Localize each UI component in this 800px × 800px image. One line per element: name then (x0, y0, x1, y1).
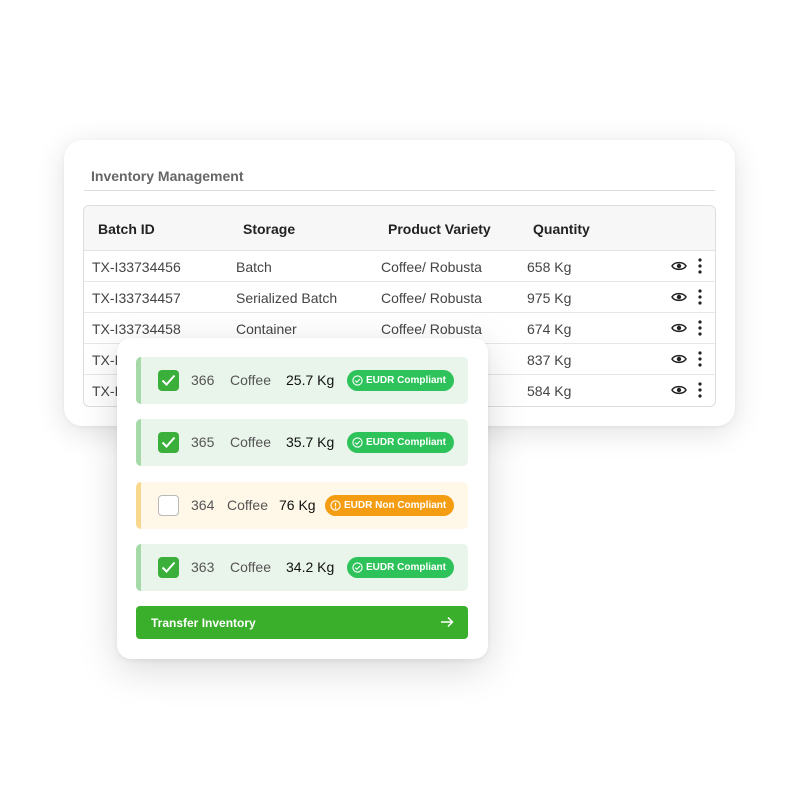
column-header-storage[interactable]: Storage (243, 221, 295, 237)
cell-storage: Batch (236, 259, 272, 275)
badge-label: EUDR Non Compliant (344, 500, 447, 511)
item-checkbox[interactable] (158, 495, 179, 516)
eye-icon[interactable] (671, 291, 687, 303)
item-weight: 34.2 Kg (286, 559, 335, 575)
item-product: Coffee (230, 372, 271, 388)
check-icon (161, 561, 176, 573)
batch-item-365[interactable]: 365 Coffee 35.7 Kg EUDR Compliant (136, 419, 468, 466)
item-weight: 35.7 Kg (286, 434, 335, 450)
item-id: 365 (191, 434, 215, 450)
cell-quantity: 837 Kg (527, 352, 572, 368)
eye-icon[interactable] (671, 353, 687, 365)
arrow-right-icon (441, 616, 454, 628)
eye-icon[interactable] (671, 322, 687, 334)
table-header: Batch ID Storage Product Variety Quantit… (84, 206, 715, 251)
compliance-badge: EUDR Compliant (347, 557, 454, 578)
batch-item-363[interactable]: 363 Coffee 34.2 Kg EUDR Compliant (136, 544, 468, 591)
check-icon (161, 436, 176, 448)
table-row[interactable]: TX-I33734456 Batch Coffee/ Robusta 658 K… (84, 251, 715, 282)
cell-batch-id: TX-I33734456 (92, 259, 181, 275)
item-product: Coffee (230, 559, 271, 575)
item-product: Coffee (227, 497, 268, 513)
item-weight: 25.7 Kg (286, 372, 335, 388)
eye-icon[interactable] (671, 384, 687, 396)
item-checkbox[interactable] (158, 370, 179, 391)
cell-batch-id: TX-I33734458 (92, 321, 181, 337)
item-checkbox[interactable] (158, 557, 179, 578)
item-checkbox[interactable] (158, 432, 179, 453)
item-id: 366 (191, 372, 215, 388)
check-icon (161, 374, 176, 386)
badge-label: EUDR Compliant (366, 437, 446, 448)
batch-item-364[interactable]: 364 Coffee 76 Kg EUDR Non Compliant (136, 482, 468, 529)
column-header-product-variety[interactable]: Product Variety (388, 221, 491, 237)
cell-product-variety: Coffee/ Robusta (381, 259, 482, 275)
inventory-title: Inventory Management (91, 168, 244, 184)
cell-quantity: 584 Kg (527, 383, 572, 399)
item-weight: 76 Kg (279, 497, 316, 513)
cell-product-variety: Coffee/ Robusta (381, 321, 482, 337)
transfer-inventory-button[interactable]: Transfer Inventory (136, 606, 468, 639)
check-circle-icon (352, 375, 363, 386)
more-vertical-icon[interactable] (694, 319, 706, 337)
cell-storage: Serialized Batch (236, 290, 338, 306)
info-circle-icon (330, 500, 341, 511)
cell-storage: Container (236, 321, 297, 337)
transfer-selection-card: 366 Coffee 25.7 Kg EUDR Compliant 365 Co… (117, 338, 488, 659)
item-id: 363 (191, 559, 215, 575)
column-header-quantity[interactable]: Quantity (533, 221, 590, 237)
transfer-inventory-label: Transfer Inventory (151, 616, 256, 630)
cell-quantity: 658 Kg (527, 259, 572, 275)
item-id: 364 (191, 497, 215, 513)
cell-quantity: 975 Kg (527, 290, 572, 306)
compliance-badge: EUDR Compliant (347, 432, 454, 453)
more-vertical-icon[interactable] (694, 257, 706, 275)
check-circle-icon (352, 437, 363, 448)
more-vertical-icon[interactable] (694, 288, 706, 306)
compliance-badge: EUDR Non Compliant (325, 495, 455, 516)
compliance-badge: EUDR Compliant (347, 370, 454, 391)
table-row[interactable]: TX-I33734457 Serialized Batch Coffee/ Ro… (84, 282, 715, 313)
cell-batch-id: TX-I33734457 (92, 290, 181, 306)
more-vertical-icon[interactable] (694, 350, 706, 368)
eye-icon[interactable] (671, 260, 687, 272)
badge-label: EUDR Compliant (366, 375, 446, 386)
cell-batch-id: TX-I (92, 383, 119, 399)
check-circle-icon (352, 562, 363, 573)
more-vertical-icon[interactable] (694, 381, 706, 399)
item-product: Coffee (230, 434, 271, 450)
column-header-batch-id[interactable]: Batch ID (98, 221, 155, 237)
badge-label: EUDR Compliant (366, 562, 446, 573)
title-divider (84, 190, 715, 191)
batch-item-366[interactable]: 366 Coffee 25.7 Kg EUDR Compliant (136, 357, 468, 404)
cell-quantity: 674 Kg (527, 321, 572, 337)
cell-batch-id: TX-I (92, 352, 119, 368)
cell-product-variety: Coffee/ Robusta (381, 290, 482, 306)
